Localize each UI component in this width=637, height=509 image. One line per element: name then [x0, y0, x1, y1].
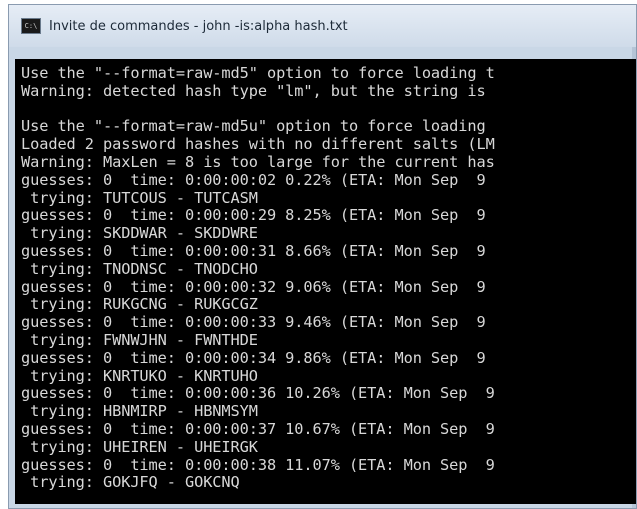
console-line: guesses: 0 time: 0:00:00:32 9.06% (ETA: … — [21, 277, 486, 296]
console-line: Warning: MaxLen = 8 is too large for the… — [21, 152, 495, 171]
console-line: trying: GOKJFQ - GOKCNQ — [21, 473, 240, 492]
console-line: trying: RUKGCNG - RUKGCGZ — [21, 295, 258, 314]
console-line: trying: TUTCOUS - TUTCASM — [21, 188, 258, 207]
title-bar[interactable]: C:\ Invite de commandes - john -is:alpha… — [9, 5, 636, 47]
console-line: guesses: 0 time: 0:00:00:29 8.25% (ETA: … — [21, 206, 486, 225]
console-line: Loaded 2 password hashes with no differe… — [21, 135, 495, 154]
console-line: trying: TNODNSC - TNODCHO — [21, 259, 258, 278]
console-line: trying: KNRTUKO - KNRTUHO — [21, 366, 258, 385]
console-line: Use the "--format=raw-md5" option to for… — [21, 64, 495, 82]
console-line: Warning: detected hash type "lm", but th… — [21, 81, 486, 100]
console-line: guesses: 0 time: 0:00:00:33 9.46% (ETA: … — [21, 313, 486, 332]
console-line: guesses: 0 time: 0:00:00:31 8.66% (ETA: … — [21, 241, 486, 260]
console-line: trying: UHEIREN - UHEIRGK — [21, 437, 258, 456]
console-line: trying: FWNWJHN - FWNTHDE — [21, 330, 258, 349]
console-line: guesses: 0 time: 0:00:00:02 0.22% (ETA: … — [21, 170, 486, 189]
console-line: guesses: 0 time: 0:00:00:37 10.67% (ETA:… — [21, 419, 495, 438]
console-line: trying: SKDDWAR - SKDDWRE — [21, 224, 258, 243]
cmd-icon: C:\ — [21, 18, 41, 34]
console-line: Use the "--format=raw-md5u" option to fo… — [21, 117, 486, 136]
console-line: guesses: 0 time: 0:00:00:38 11.07% (ETA:… — [21, 455, 495, 474]
window-title: Invite de commandes - john -is:alpha has… — [49, 18, 348, 34]
console-line: guesses: 0 time: 0:00:00:34 9.86% (ETA: … — [21, 348, 486, 367]
command-prompt-window: C:\ Invite de commandes - john -is:alpha… — [8, 4, 637, 509]
console-line: trying: HBNMIRP - HBNMSYM — [21, 402, 258, 421]
console-line: guesses: 0 time: 0:00:00:36 10.26% (ETA:… — [21, 384, 495, 403]
console-output[interactable]: Use the "--format=raw-md5" option to for… — [15, 59, 636, 504]
